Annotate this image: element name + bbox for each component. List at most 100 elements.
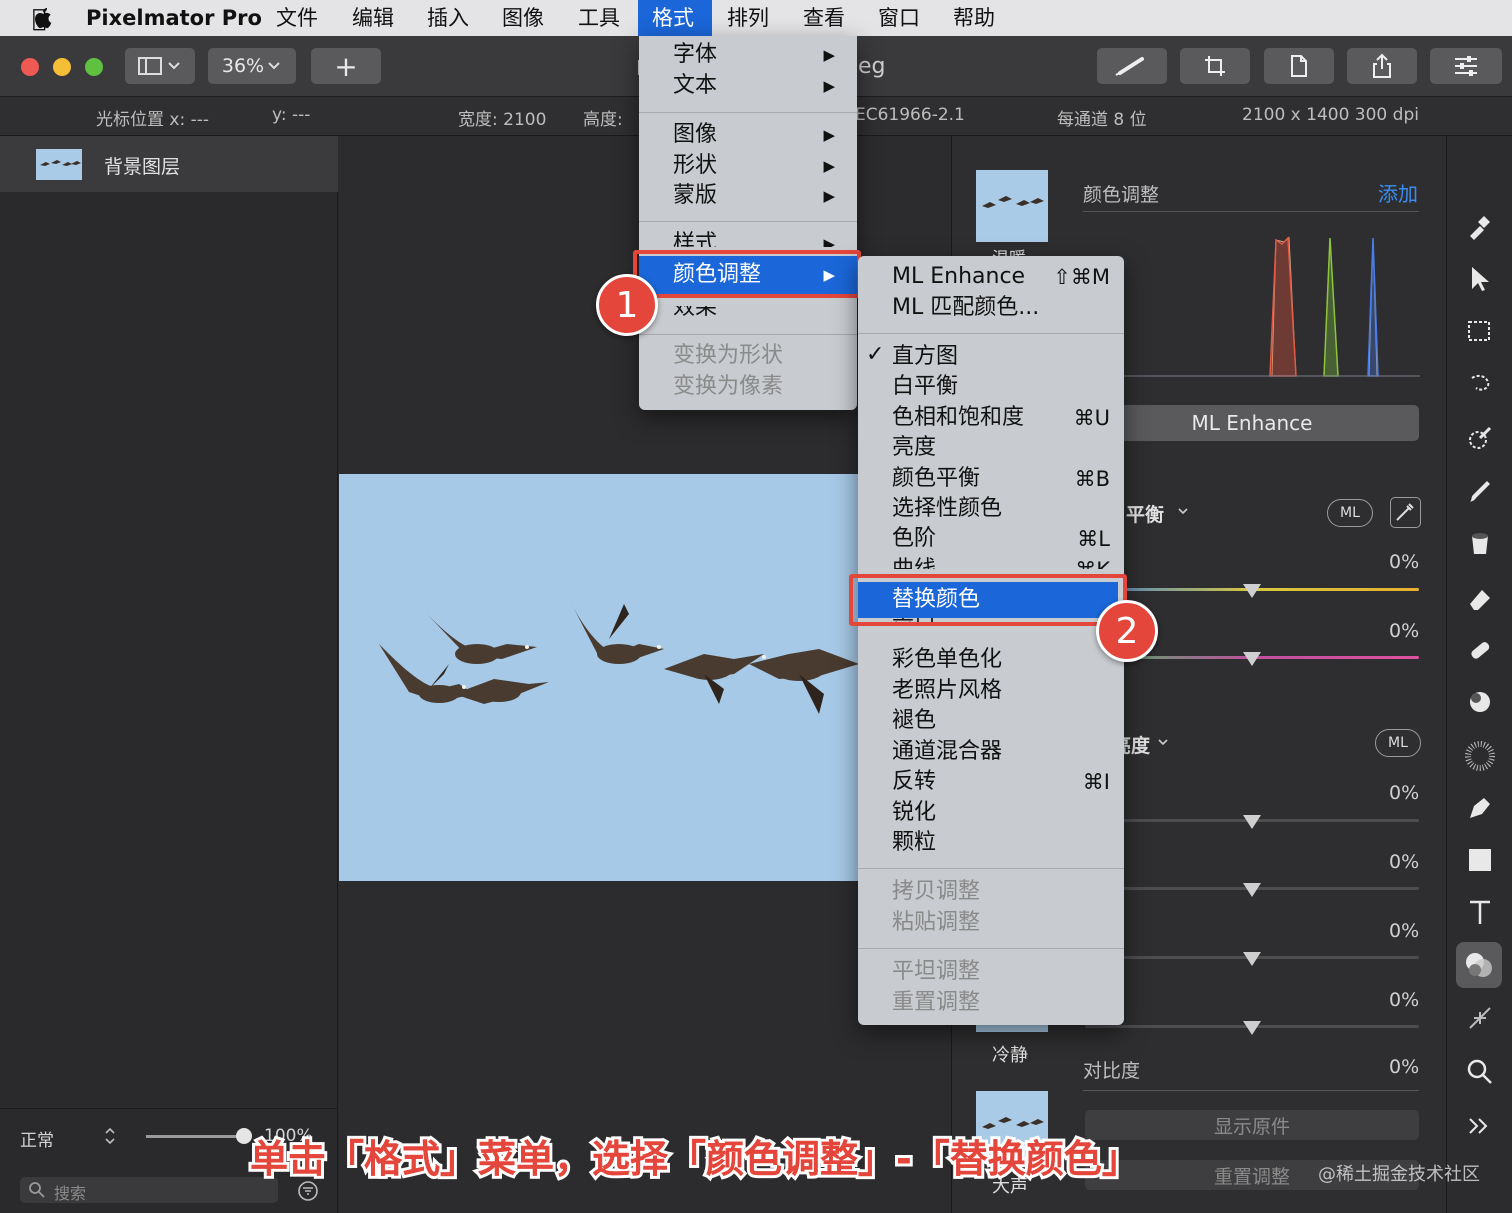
divider bbox=[0, 1108, 338, 1109]
menu-window[interactable]: 窗口 bbox=[878, 0, 920, 36]
pen-tool-icon[interactable] bbox=[1466, 794, 1494, 822]
paint-bucket-icon[interactable] bbox=[1466, 530, 1494, 558]
highlights-slider-knob[interactable] bbox=[1243, 883, 1261, 897]
menu-item-ml-match-colors[interactable]: ML 匹配颜色... bbox=[858, 293, 1124, 323]
menu-help[interactable]: 帮助 bbox=[953, 0, 995, 36]
filter-icon[interactable] bbox=[297, 1180, 319, 1202]
exposure-slider-knob[interactable] bbox=[1243, 815, 1261, 829]
zoom-tool-icon[interactable] bbox=[1466, 1058, 1494, 1086]
repair-tool-icon[interactable] bbox=[1466, 636, 1494, 664]
shape-tool-icon[interactable] bbox=[1466, 846, 1494, 874]
menu-item-grain[interactable]: 颗粒 bbox=[858, 828, 1124, 858]
menu-edit[interactable]: 编辑 bbox=[352, 0, 394, 36]
menu-tools[interactable]: 工具 bbox=[578, 0, 620, 36]
apple-logo-icon[interactable] bbox=[33, 6, 55, 30]
shadows-slider-knob[interactable] bbox=[1243, 952, 1261, 966]
temperature-slider-knob[interactable] bbox=[1243, 584, 1261, 598]
ml-enhance-button[interactable]: ML Enhance bbox=[1085, 405, 1419, 441]
menu-item-text[interactable]: 文本 ▶ bbox=[639, 71, 857, 101]
menu-item-colorize[interactable]: 彩色单色化 bbox=[858, 645, 1124, 675]
draw-tool-button[interactable] bbox=[1097, 48, 1167, 84]
menu-item-hue-saturation[interactable]: 色相和饱和度 ⌘U bbox=[858, 403, 1124, 433]
menu-item-image[interactable]: 图像 ▶ bbox=[639, 120, 857, 150]
menu-item-levels[interactable]: 色阶 ⌘L bbox=[858, 524, 1124, 554]
more-tools-icon[interactable] bbox=[1466, 1114, 1492, 1138]
menu-item-vintage[interactable]: 老照片风格 bbox=[858, 676, 1124, 706]
style-tool-icon[interactable] bbox=[1464, 212, 1494, 242]
close-window-button[interactable] bbox=[21, 58, 39, 76]
menu-bar:  Pixelmator Pro 文件 编辑 插入 图像 工具 格式 排列 查看… bbox=[0, 0, 1512, 36]
menu-file[interactable]: 文件 bbox=[276, 0, 318, 36]
black-point-value: 0% bbox=[1389, 989, 1420, 1011]
preset-thumbnail[interactable] bbox=[976, 170, 1048, 242]
zoom-window-button[interactable] bbox=[85, 58, 103, 76]
menu-item-shape[interactable]: 形状 ▶ bbox=[639, 151, 857, 181]
menu-item-invert[interactable]: 反转 ⌘I bbox=[858, 767, 1124, 797]
bit-depth: 每通道 8 位 bbox=[1057, 110, 1147, 130]
eyedropper-icon bbox=[1396, 503, 1414, 521]
eraser-icon[interactable] bbox=[1466, 584, 1494, 612]
color-adjust-tool-button[interactable] bbox=[1456, 942, 1502, 988]
distort-tool-icon[interactable] bbox=[1464, 740, 1496, 772]
menu-item-brightness[interactable]: 亮度 bbox=[858, 433, 1124, 463]
menu-item-histogram[interactable]: 直方图 bbox=[858, 342, 1124, 372]
text-tool-icon[interactable] bbox=[1466, 898, 1494, 926]
add-adjustment-button[interactable]: 添加 bbox=[1378, 178, 1418, 207]
layers-search-input[interactable]: 搜索 bbox=[20, 1177, 278, 1203]
menu-item-effects[interactable]: 效果▶ bbox=[639, 306, 857, 321]
minimize-window-button[interactable] bbox=[53, 58, 71, 76]
color-picker-icon[interactable] bbox=[1466, 424, 1494, 452]
opacity-slider[interactable] bbox=[146, 1135, 244, 1138]
menu-item-channel-mixer[interactable]: 通道混合器 bbox=[858, 737, 1124, 767]
tint-slider-knob[interactable] bbox=[1243, 652, 1261, 666]
watermark: @稀土掘金技术社区 bbox=[1318, 1164, 1480, 1185]
ml-white-balance-button[interactable]: ML bbox=[1327, 499, 1373, 527]
shortcut: ⌘I bbox=[1082, 770, 1110, 794]
adjustments-toggle-button[interactable] bbox=[1430, 48, 1502, 84]
menu-item-color-balance[interactable]: 颜色平衡 ⌘B bbox=[858, 464, 1124, 494]
app-name[interactable]: Pixelmator Pro bbox=[86, 0, 262, 36]
highlight-box-2 bbox=[849, 574, 1127, 626]
preset-label-calm[interactable]: 冷静 bbox=[992, 1041, 1028, 1067]
menu-item-curves[interactable]: 曲线⌘K bbox=[858, 555, 1124, 569]
menu-format[interactable]: 格式 bbox=[638, 0, 712, 36]
menu-image[interactable]: 图像 bbox=[502, 0, 544, 36]
menu-item-font[interactable]: 字体 ▶ bbox=[639, 40, 857, 70]
menu-item-reset-adjustments: 重置调整 bbox=[892, 990, 981, 1015]
menu-item-copy-adjustments: 拷贝调整 bbox=[892, 879, 981, 904]
submenu-arrow-icon: ▶ bbox=[823, 46, 835, 64]
menu-item-mask[interactable]: 蒙版 ▶ bbox=[639, 181, 857, 211]
menu-item-selective-color[interactable]: 选择性颜色 bbox=[858, 494, 1124, 524]
layer-row[interactable]: 背景图层 bbox=[0, 136, 338, 192]
zoom-dropdown[interactable]: 36% bbox=[208, 48, 296, 84]
paint-brush-icon[interactable] bbox=[1466, 478, 1494, 506]
menu-view[interactable]: 查看 bbox=[803, 0, 845, 36]
menu-arrange[interactable]: 排列 bbox=[727, 0, 769, 36]
menu-separator bbox=[858, 948, 1124, 949]
blend-mode-select[interactable]: 正常 bbox=[20, 1126, 54, 1151]
eyedropper-button[interactable] bbox=[1390, 497, 1421, 528]
color-profile: EC61966-2.1 bbox=[855, 105, 965, 125]
add-button[interactable]: + bbox=[311, 48, 381, 84]
menu-item-white-balance[interactable]: 白平衡 bbox=[858, 372, 1124, 402]
menu-item-style[interactable]: 样式 ▶ bbox=[639, 229, 857, 247]
crop-button[interactable] bbox=[1180, 48, 1250, 84]
share-button[interactable] bbox=[1347, 48, 1417, 84]
menu-item-sharpen[interactable]: 锐化 bbox=[858, 798, 1124, 828]
black-point-slider-knob[interactable] bbox=[1243, 1021, 1261, 1035]
export-button[interactable] bbox=[1264, 48, 1334, 84]
ml-brightness-button[interactable]: ML bbox=[1375, 729, 1421, 757]
arrange-tool-icon[interactable] bbox=[1466, 264, 1492, 294]
select-tool-icon[interactable] bbox=[1466, 318, 1494, 346]
menu-item-ml-enhance[interactable]: ML Enhance ⇧⌘M bbox=[858, 262, 1124, 292]
canvas-image[interactable] bbox=[339, 474, 859, 881]
quick-select-icon[interactable] bbox=[1466, 370, 1494, 398]
clone-tool-icon[interactable] bbox=[1466, 688, 1494, 716]
menu-insert[interactable]: 插入 bbox=[427, 0, 469, 36]
sidebar-toggle-button[interactable] bbox=[125, 48, 195, 84]
menu-item-fade[interactable]: 褪色 bbox=[858, 706, 1124, 736]
preset-thumbnail-calm[interactable] bbox=[976, 1024, 1048, 1032]
document-title: eg bbox=[858, 54, 886, 79]
chevron-down-icon bbox=[268, 62, 280, 70]
effects-tool-icon[interactable] bbox=[1466, 1004, 1494, 1032]
